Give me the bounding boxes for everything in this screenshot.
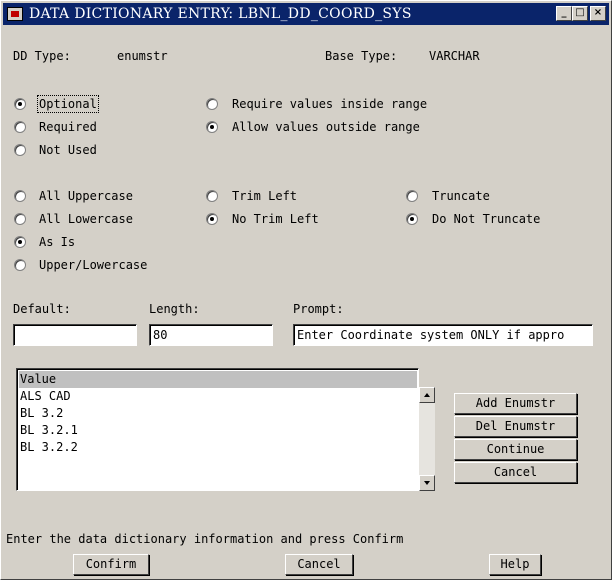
do-not-truncate-radio[interactable] [406, 213, 418, 225]
del-enumstr-button[interactable]: Del Enumstr [454, 416, 577, 437]
title-bar[interactable]: DATA DICTIONARY ENTRY: LBNL_DD_COORD_SYS… [3, 3, 609, 25]
help-button[interactable]: Help [489, 554, 541, 575]
all-uppercase-radio[interactable] [14, 190, 26, 202]
not-used-label[interactable]: Not Used [39, 143, 97, 157]
arrow-down-icon [424, 481, 430, 485]
truncate-radio[interactable] [406, 190, 418, 202]
allow-outside-range-radio[interactable] [206, 121, 218, 133]
list-header: Value [19, 371, 417, 388]
close-button[interactable]: × [590, 6, 606, 21]
all-uppercase-label[interactable]: All Uppercase [39, 189, 133, 203]
list-item[interactable]: ALS CAD [19, 388, 417, 405]
require-inside-range-radio[interactable] [206, 98, 218, 110]
default-input[interactable] [13, 324, 137, 346]
as-is-label[interactable]: As Is [39, 235, 75, 249]
minimize-button[interactable]: _ [556, 6, 572, 21]
not-used-radio[interactable] [14, 144, 26, 156]
default-label: Default: [13, 302, 71, 316]
confirm-button[interactable]: Confirm [73, 554, 149, 575]
length-input[interactable]: 80 [149, 324, 273, 346]
continue-button[interactable]: Continue [454, 439, 577, 460]
prompt-input[interactable]: Enter Coordinate system ONLY if appro [293, 324, 593, 346]
no-trim-left-label[interactable]: No Trim Left [232, 212, 319, 226]
require-inside-range-label[interactable]: Require values inside range [232, 97, 427, 111]
list-item[interactable]: BL 3.2.2 [19, 439, 417, 456]
trim-left-radio[interactable] [206, 190, 218, 202]
all-lowercase-label[interactable]: All Lowercase [39, 212, 133, 226]
add-enumstr-button[interactable]: Add Enumstr [454, 393, 577, 414]
maximize-button[interactable]: □ [572, 6, 588, 21]
base-type-label: Base Type: [325, 49, 398, 63]
trim-left-label[interactable]: Trim Left [232, 189, 297, 203]
no-trim-left-radio[interactable] [206, 213, 218, 225]
all-lowercase-radio[interactable] [14, 213, 26, 225]
cancel-button[interactable]: Cancel [285, 554, 353, 575]
app-icon [7, 7, 23, 21]
scroll-down-button[interactable] [419, 475, 435, 491]
enum-listbox[interactable]: Value ALS CAD BL 3.2 BL 3.2.1 BL 3.2.2 [16, 368, 419, 491]
required-radio[interactable] [14, 121, 26, 133]
list-item[interactable]: BL 3.2 [19, 405, 417, 422]
list-scrollbar[interactable] [419, 387, 435, 491]
dd-type-value: enumstr [117, 49, 168, 63]
length-label: Length: [149, 302, 200, 316]
upper-lowercase-radio[interactable] [14, 259, 26, 271]
side-cancel-button[interactable]: Cancel [454, 462, 577, 483]
do-not-truncate-label[interactable]: Do Not Truncate [432, 212, 540, 226]
status-text: Enter the data dictionary information an… [6, 532, 404, 546]
truncate-label[interactable]: Truncate [432, 189, 490, 203]
scroll-up-button[interactable] [419, 387, 435, 403]
prompt-label: Prompt: [293, 302, 344, 316]
window-title: DATA DICTIONARY ENTRY: LBNL_DD_COORD_SYS [29, 6, 412, 22]
base-type-value: VARCHAR [429, 49, 480, 63]
upper-lowercase-label[interactable]: Upper/Lowercase [39, 258, 147, 272]
optional-label[interactable]: Optional [37, 95, 99, 113]
arrow-up-icon [424, 393, 430, 397]
dd-type-label: DD Type: [13, 49, 71, 63]
list-item[interactable]: BL 3.2.1 [19, 422, 417, 439]
optional-radio[interactable] [14, 98, 26, 110]
allow-outside-range-label[interactable]: Allow values outside range [232, 120, 420, 134]
dialog-window: DATA DICTIONARY ENTRY: LBNL_DD_COORD_SYS… [0, 0, 612, 580]
required-label[interactable]: Required [39, 120, 97, 134]
as-is-radio[interactable] [14, 236, 26, 248]
